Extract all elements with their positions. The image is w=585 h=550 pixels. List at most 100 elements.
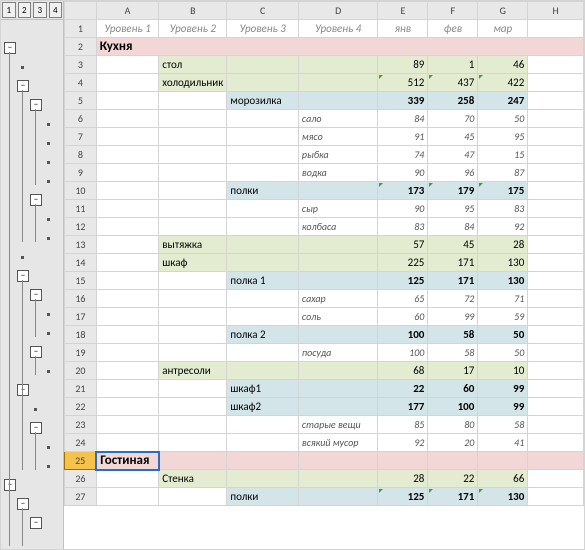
row-header[interactable]: 11 — [65, 200, 97, 218]
cell[interactable] — [528, 146, 584, 164]
cell[interactable] — [159, 290, 227, 308]
cell[interactable] — [96, 182, 158, 200]
cell[interactable] — [159, 398, 227, 416]
cell[interactable] — [528, 488, 584, 506]
cell[interactable] — [96, 128, 158, 146]
cell[interactable]: 177 — [378, 398, 428, 416]
cell[interactable] — [227, 74, 299, 92]
cell[interactable] — [528, 272, 584, 290]
cell[interactable]: 17 — [428, 362, 478, 380]
cell[interactable]: 70 — [428, 110, 478, 128]
cell[interactable]: Уровень 4 — [298, 20, 377, 38]
cell[interactable]: соль — [298, 308, 377, 326]
cell[interactable] — [96, 488, 158, 506]
cell[interactable]: 90 — [378, 200, 428, 218]
cell[interactable] — [96, 56, 158, 74]
cell[interactable]: 50 — [478, 326, 528, 344]
row-header[interactable]: 13 — [65, 236, 97, 254]
cell[interactable]: 28 — [378, 470, 428, 488]
outline-collapse-button[interactable]: − — [4, 42, 16, 54]
col-header-C[interactable]: C — [227, 2, 299, 20]
cell[interactable]: 247 — [478, 92, 528, 110]
cell[interactable]: посуда — [298, 344, 377, 362]
cell[interactable] — [159, 182, 227, 200]
cell[interactable]: сыр — [298, 200, 377, 218]
cell[interactable] — [298, 74, 377, 92]
cell[interactable] — [528, 200, 584, 218]
cell[interactable] — [528, 74, 584, 92]
outline-collapse-button[interactable]: − — [30, 289, 42, 301]
row-header[interactable]: 21 — [65, 380, 97, 398]
cell[interactable]: 85 — [378, 416, 428, 434]
cell[interactable] — [528, 218, 584, 236]
row-header[interactable]: 26 — [65, 470, 97, 488]
col-header-H[interactable]: H — [528, 2, 584, 20]
cell[interactable] — [96, 308, 158, 326]
cell[interactable] — [227, 110, 299, 128]
cell[interactable] — [96, 164, 158, 182]
cell[interactable] — [428, 452, 478, 470]
row-header[interactable]: 19 — [65, 344, 97, 362]
cell[interactable]: 171 — [428, 488, 478, 506]
row-header[interactable]: 2 — [65, 38, 97, 56]
cell[interactable]: 10 — [478, 362, 528, 380]
cell[interactable]: 22 — [428, 470, 478, 488]
cell[interactable] — [227, 434, 299, 452]
cell[interactable]: 99 — [478, 398, 528, 416]
cell[interactable] — [227, 236, 299, 254]
cell[interactable] — [528, 290, 584, 308]
row-header[interactable]: 17 — [65, 308, 97, 326]
cell[interactable] — [96, 200, 158, 218]
cell[interactable]: 125 — [378, 488, 428, 506]
cell[interactable] — [159, 488, 227, 506]
cell[interactable] — [159, 110, 227, 128]
cell[interactable] — [96, 380, 158, 398]
col-header-E[interactable]: E — [378, 2, 428, 20]
cell[interactable] — [96, 290, 158, 308]
cell[interactable] — [298, 470, 377, 488]
outline-collapse-button[interactable]: − — [30, 194, 42, 206]
cell[interactable]: 173 — [378, 182, 428, 200]
cell[interactable]: 47 — [428, 146, 478, 164]
cell[interactable]: Гостиная — [96, 452, 158, 470]
cell[interactable] — [528, 110, 584, 128]
cell[interactable]: 91 — [378, 128, 428, 146]
cell[interactable]: 99 — [478, 380, 528, 398]
cell[interactable]: 130 — [478, 272, 528, 290]
cell[interactable]: рыбка — [298, 146, 377, 164]
cell[interactable]: 58 — [478, 416, 528, 434]
row-header[interactable]: 6 — [65, 110, 97, 128]
cell[interactable] — [227, 416, 299, 434]
cell[interactable] — [227, 254, 299, 272]
cell[interactable] — [528, 308, 584, 326]
cell[interactable]: 66 — [478, 470, 528, 488]
cell[interactable] — [159, 452, 227, 470]
row-header[interactable]: 1 — [65, 20, 97, 38]
cell[interactable]: 90 — [378, 164, 428, 182]
cell[interactable]: всякий мусор — [298, 434, 377, 452]
cell[interactable] — [96, 236, 158, 254]
cell[interactable] — [227, 146, 299, 164]
cell[interactable]: 171 — [428, 272, 478, 290]
cell[interactable] — [96, 92, 158, 110]
cell[interactable]: морозилка — [227, 92, 299, 110]
row-header[interactable]: 16 — [65, 290, 97, 308]
row-header[interactable]: 9 — [65, 164, 97, 182]
cell[interactable]: 84 — [378, 110, 428, 128]
cell[interactable]: 95 — [478, 128, 528, 146]
cell[interactable] — [528, 164, 584, 182]
cell[interactable] — [96, 362, 158, 380]
cell[interactable]: Кухня — [96, 38, 583, 56]
cell[interactable]: мар — [478, 20, 528, 38]
cell[interactable] — [227, 200, 299, 218]
cell[interactable]: 22 — [378, 380, 428, 398]
outline-collapse-button[interactable]: − — [17, 384, 29, 396]
cell[interactable]: 437 — [428, 74, 478, 92]
cell[interactable]: 80 — [428, 416, 478, 434]
outline-collapse-button[interactable]: − — [17, 498, 29, 510]
cell[interactable]: сахар — [298, 290, 377, 308]
cell[interactable]: 339 — [378, 92, 428, 110]
cell[interactable] — [298, 182, 377, 200]
row-header[interactable]: 24 — [65, 434, 97, 452]
cell[interactable] — [528, 398, 584, 416]
